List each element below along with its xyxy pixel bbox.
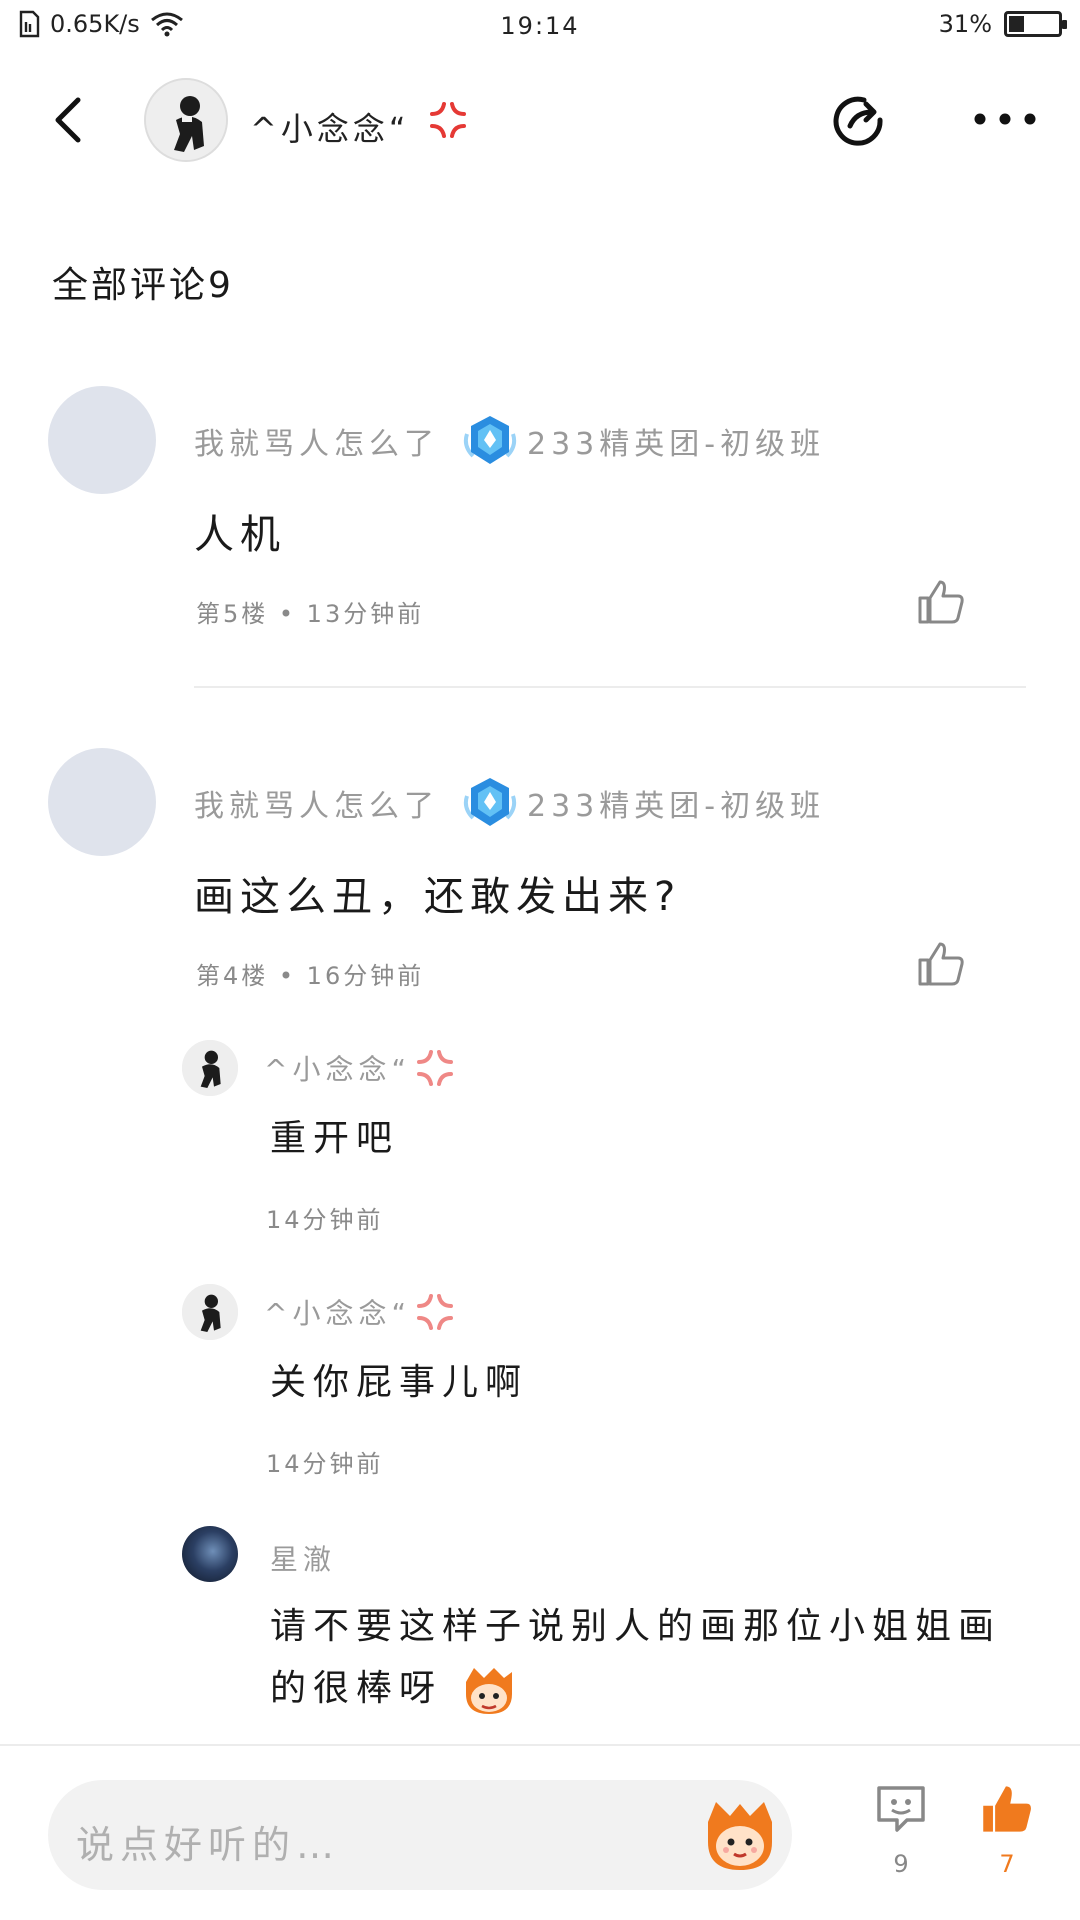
status-right: 31% bbox=[938, 10, 1067, 38]
reply-text: 关你屁事儿啊 bbox=[270, 1362, 529, 1403]
reply-time: 14分钟前 bbox=[266, 1450, 384, 1478]
commenter-name[interactable]: 我就骂人怎么了 bbox=[194, 781, 439, 825]
battery-icon bbox=[1004, 11, 1067, 37]
reply-text: 请不要这样子说别人的画那位小姐姐画的很棒呀 bbox=[270, 1596, 1030, 1720]
reply-username-text: ^小念念“ bbox=[264, 1297, 411, 1330]
status-time: 19:14 bbox=[500, 12, 580, 40]
comment-meta: 我就骂人怎么了 233精英团-初级班 bbox=[194, 412, 825, 470]
battery-percent: 31% bbox=[938, 10, 992, 38]
battery-fill bbox=[1009, 16, 1024, 32]
reply-username-text: ^小念念“ bbox=[264, 1053, 411, 1086]
reply-text: 重开吧 bbox=[270, 1118, 400, 1159]
back-button[interactable] bbox=[40, 90, 100, 150]
badge-label: 233精英团-初级班 bbox=[527, 427, 826, 462]
reply-username[interactable]: 星澈 bbox=[270, 1538, 336, 1578]
comment-floor-time: 第5楼 • 13分钟前 bbox=[196, 600, 425, 628]
comment-input-placeholder: 说点好听的… bbox=[76, 1823, 341, 1867]
comment-action[interactable]: 9 bbox=[866, 1782, 936, 1878]
comment-text: 人机 bbox=[194, 512, 286, 558]
comment-input[interactable]: 说点好听的… bbox=[48, 1780, 792, 1890]
like-action[interactable]: 7 bbox=[972, 1782, 1042, 1878]
comment-icon bbox=[877, 1786, 925, 1832]
reply-username[interactable]: ^小念念“ bbox=[264, 1292, 455, 1332]
anger-emoji-icon bbox=[416, 1050, 453, 1086]
avatar-figure-icon bbox=[182, 1040, 238, 1096]
more-icon bbox=[974, 113, 1036, 125]
commenter-name[interactable]: 我就骂人怎么了 bbox=[194, 419, 439, 463]
comment-divider bbox=[194, 686, 1026, 688]
comment-count: 9 bbox=[893, 1850, 909, 1878]
comment-text: 画这么丑，还敢发出来? bbox=[194, 874, 682, 920]
commenter-avatar[interactable] bbox=[48, 386, 156, 494]
header-username-text: ^小念念“ bbox=[250, 110, 410, 148]
reply-avatar[interactable] bbox=[182, 1526, 238, 1582]
monkey-emoji-icon bbox=[466, 1668, 513, 1714]
like-button[interactable] bbox=[916, 938, 966, 988]
comment-meta: 我就骂人怎么了 233精英团-初级班 bbox=[194, 774, 825, 832]
header-avatar[interactable] bbox=[144, 78, 228, 162]
reply-username-text: 星澈 bbox=[270, 1543, 337, 1576]
reply-text-content: 请不要这样子说别人的画那位小姐姐画的很棒呀 bbox=[270, 1606, 1002, 1709]
anger-emoji-icon bbox=[429, 102, 466, 138]
like-count: 7 bbox=[999, 1850, 1015, 1878]
commenter-avatar[interactable] bbox=[48, 748, 156, 856]
share-button[interactable] bbox=[828, 90, 892, 154]
reply-avatar[interactable] bbox=[182, 1284, 238, 1340]
more-button[interactable] bbox=[970, 104, 1040, 134]
status-bar: 0.65K/s 19:14 31% bbox=[0, 0, 1080, 52]
level-badge-icon bbox=[463, 416, 517, 464]
level-badge-icon bbox=[463, 778, 517, 826]
thumbs-up-icon bbox=[918, 580, 964, 624]
reply-time: 14分钟前 bbox=[266, 1206, 384, 1234]
share-icon bbox=[833, 96, 883, 146]
emoji-icon bbox=[708, 1802, 772, 1870]
avatar-figure-icon bbox=[146, 80, 226, 160]
reply-avatar[interactable] bbox=[182, 1040, 238, 1096]
anger-emoji-icon bbox=[416, 1294, 453, 1330]
like-button[interactable] bbox=[916, 576, 966, 626]
badge-label: 233精英团-初级班 bbox=[527, 789, 826, 824]
thumbs-up-filled-icon bbox=[983, 1786, 1031, 1832]
bottom-bar: 说点好听的… 9 7 bbox=[0, 1744, 1080, 1920]
avatar-figure-icon bbox=[182, 1284, 238, 1340]
comment-floor-time: 第4楼 • 16分钟前 bbox=[196, 962, 425, 990]
header-username[interactable]: ^小念念“ bbox=[250, 100, 468, 150]
all-comments-title: 全部评论9 bbox=[52, 265, 234, 306]
header: ^小念念“ bbox=[0, 70, 1080, 170]
emoji-button[interactable] bbox=[698, 1792, 782, 1876]
back-icon bbox=[55, 97, 81, 143]
thumbs-up-icon bbox=[918, 942, 964, 986]
reply-username[interactable]: ^小念念“ bbox=[264, 1048, 455, 1088]
